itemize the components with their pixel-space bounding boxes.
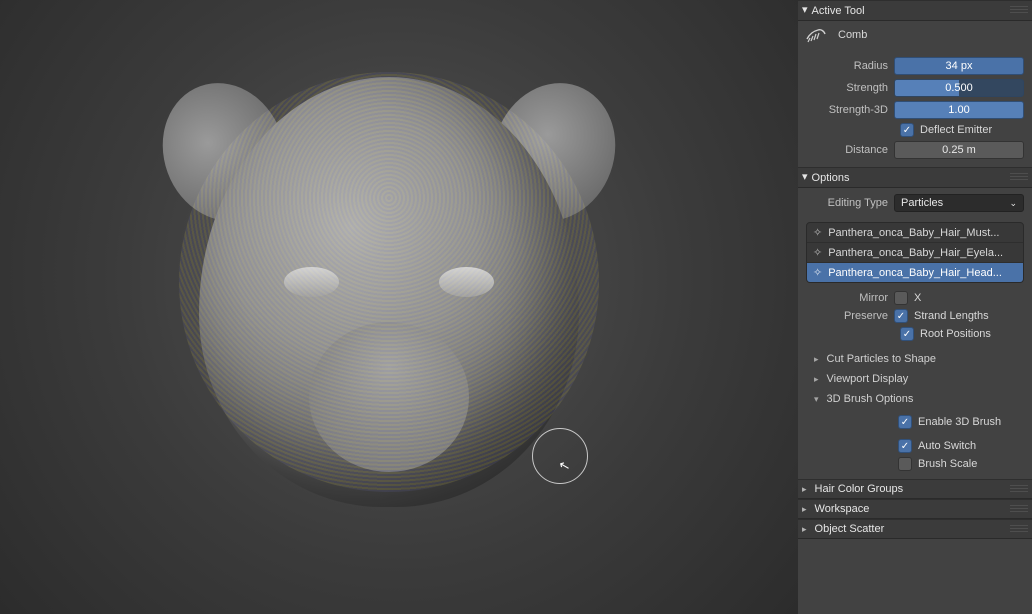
mirror-label: Mirror [806, 292, 888, 304]
disclosure-right-icon: ▸ [802, 524, 807, 535]
panel-title: Options [812, 172, 850, 184]
editing-type-label: Editing Type [806, 197, 888, 209]
panel-grip-icon [1010, 485, 1028, 493]
distance-field[interactable]: 0.25 m [894, 141, 1024, 159]
preserve-label: Preserve [806, 310, 888, 322]
particle-system-name: Panthera_onca_Baby_Hair_Eyela... [828, 247, 1017, 259]
panel-grip-icon [1010, 173, 1028, 181]
deflect-emitter-checkbox[interactable]: ✓ [900, 123, 914, 137]
strength3d-field[interactable]: 1.00 [894, 101, 1024, 119]
active-tool-name: Comb [838, 29, 867, 41]
disclosure-right-icon: ▸ [802, 504, 807, 515]
mirror-x-checkbox[interactable] [894, 291, 908, 305]
subpanel-cut-particles[interactable]: ▸ Cut Particles to Shape [798, 349, 1032, 369]
viewport-content [0, 0, 798, 614]
viewport-3d[interactable]: ↖ [0, 0, 798, 614]
disclosure-right-icon: ▸ [814, 374, 819, 385]
preserve-root-checkbox[interactable]: ✓ [900, 327, 914, 341]
panel-grip-icon [1010, 525, 1028, 533]
active-tool-row: Comb [798, 21, 1032, 51]
enable-3d-brush-checkbox[interactable]: ✓ [898, 415, 912, 429]
particle-icon: ✧ [813, 226, 822, 239]
disclosure-down-icon: ▾ [802, 170, 808, 183]
particle-system-item[interactable]: ✧ Panthera_onca_Baby_Hair_Head... [807, 263, 1023, 282]
panel-header-options[interactable]: ▾ Options [798, 167, 1032, 188]
panel-grip-icon [1010, 505, 1028, 513]
preserve-root-label: Root Positions [920, 328, 991, 340]
disclosure-right-icon: ▸ [802, 484, 807, 495]
preserve-strand-label: Strand Lengths [914, 310, 989, 322]
strength-label: Strength [806, 82, 888, 94]
particle-system-list: ✧ Panthera_onca_Baby_Hair_Must... ✧ Pant… [806, 222, 1024, 283]
panel-grip-icon [1010, 6, 1028, 14]
preserve-strand-checkbox[interactable]: ✓ [894, 309, 908, 323]
comb-tool-icon [804, 25, 828, 45]
strength-field[interactable]: 0.500 [894, 79, 1024, 97]
particle-icon: ✧ [813, 266, 822, 279]
strength3d-label: Strength-3D [806, 104, 888, 116]
deflect-emitter-label: Deflect Emitter [920, 124, 992, 136]
brush-scale-checkbox[interactable] [898, 457, 912, 471]
particle-system-name: Panthera_onca_Baby_Hair_Must... [828, 227, 1017, 239]
mirror-x-label: X [914, 292, 921, 304]
particle-system-name: Panthera_onca_Baby_Hair_Head... [828, 267, 1017, 279]
panel-header-object-scatter[interactable]: ▸ Object Scatter [798, 519, 1032, 539]
subpanel-3d-brush-options[interactable]: ▾ 3D Brush Options [798, 389, 1032, 409]
radius-field[interactable]: 34 px [894, 57, 1024, 75]
properties-sidebar: ▾ Active Tool Comb Radius 34 px Strength… [798, 0, 1032, 614]
disclosure-down-icon: ▾ [802, 3, 808, 16]
subpanel-viewport-display[interactable]: ▸ Viewport Display [798, 369, 1032, 389]
disclosure-down-icon: ▾ [814, 394, 819, 405]
editing-type-dropdown[interactable]: Particles ⌄ [894, 194, 1024, 212]
disclosure-right-icon: ▸ [814, 354, 819, 365]
particle-system-item[interactable]: ✧ Panthera_onca_Baby_Hair_Must... [807, 223, 1023, 243]
distance-label: Distance [806, 144, 888, 156]
particle-system-item[interactable]: ✧ Panthera_onca_Baby_Hair_Eyela... [807, 243, 1023, 263]
chevron-down-icon: ⌄ [1009, 198, 1017, 209]
panel-header-active-tool[interactable]: ▾ Active Tool [798, 0, 1032, 21]
auto-switch-label: Auto Switch [918, 440, 976, 452]
radius-label: Radius [806, 60, 888, 72]
brush-scale-label: Brush Scale [918, 458, 977, 470]
panel-title: Active Tool [812, 5, 865, 17]
panel-header-hair-color-groups[interactable]: ▸ Hair Color Groups [798, 479, 1032, 499]
auto-switch-checkbox[interactable]: ✓ [898, 439, 912, 453]
panel-header-workspace[interactable]: ▸ Workspace [798, 499, 1032, 519]
brush-radius-indicator [532, 428, 588, 484]
enable-3d-brush-label: Enable 3D Brush [918, 416, 1001, 428]
particle-icon: ✧ [813, 246, 822, 259]
